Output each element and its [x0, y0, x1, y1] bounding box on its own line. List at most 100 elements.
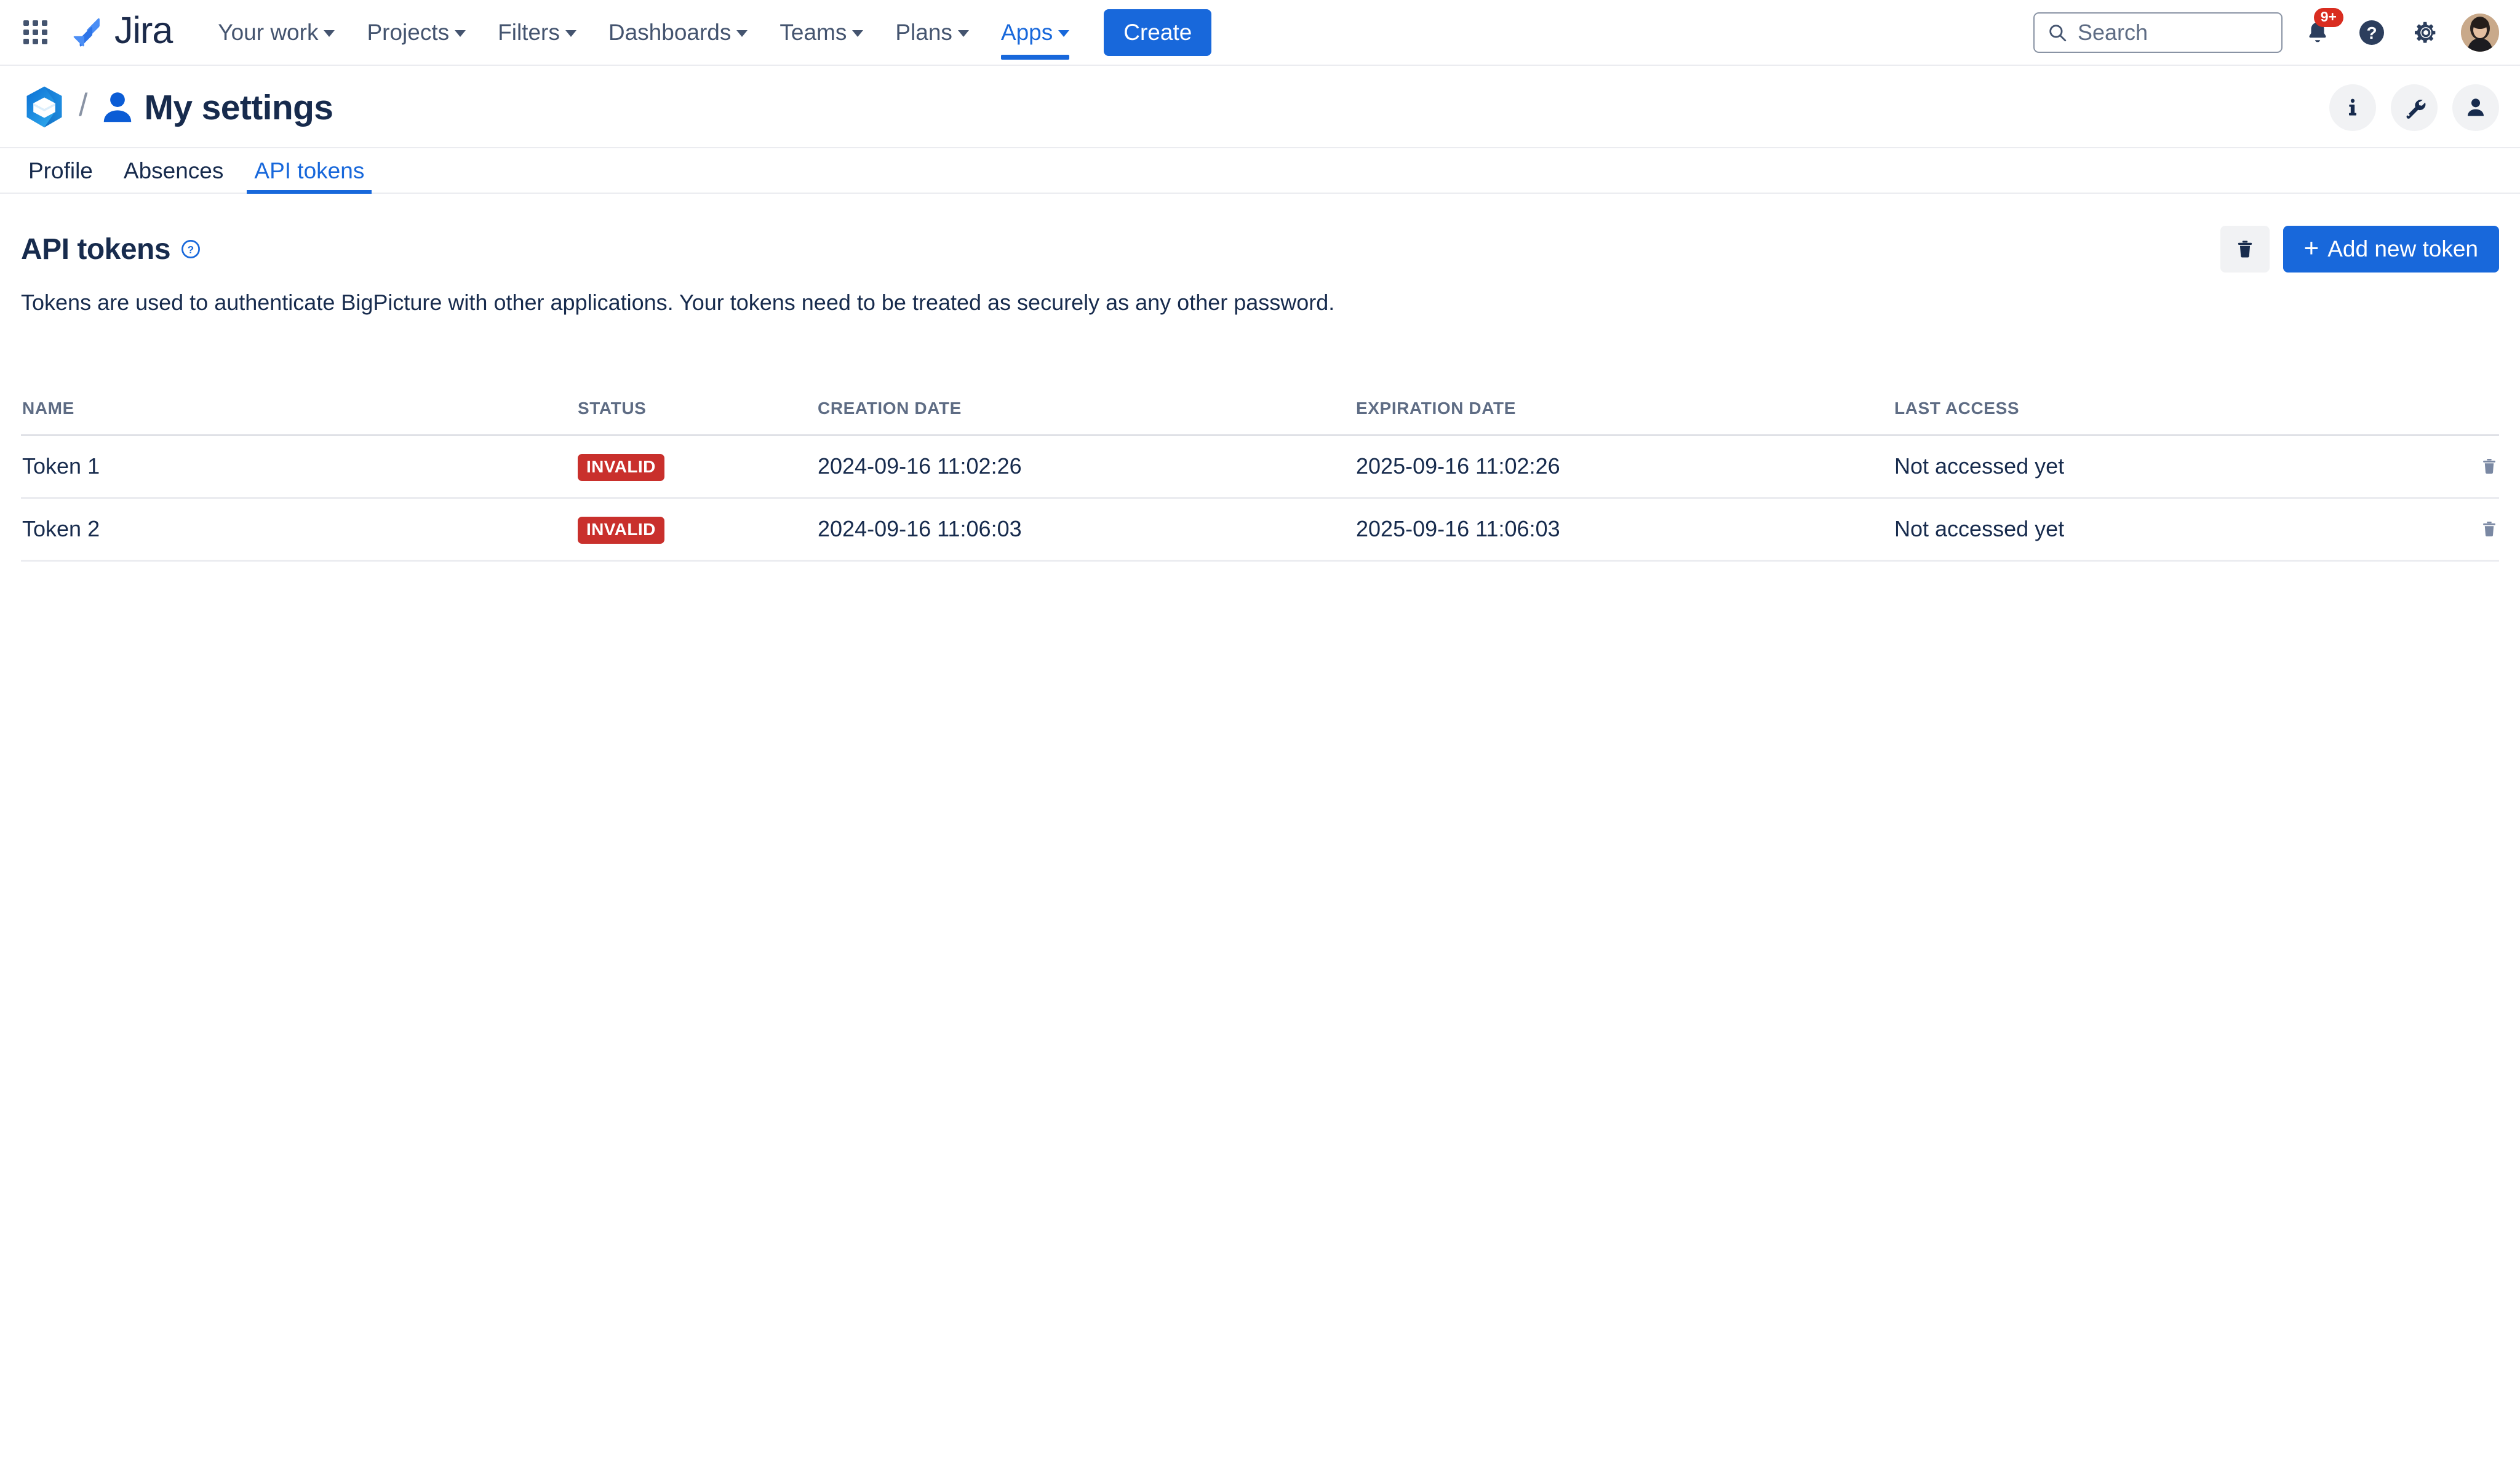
- table-row[interactable]: Token 2 INVALID 2024-09-16 11:06:03 2025…: [21, 498, 2499, 562]
- delete-selected-button[interactable]: [2220, 226, 2270, 273]
- status-badge: INVALID: [578, 453, 664, 481]
- nav-label: Your work: [218, 19, 319, 45]
- svg-text:?: ?: [188, 244, 194, 256]
- bigpicture-logo-icon: [26, 86, 62, 128]
- nav-item-filters[interactable]: Filters: [482, 0, 592, 65]
- page-header: / My settings: [0, 66, 2520, 133]
- header-actions: [2329, 84, 2499, 131]
- question-circle-icon: ?: [2359, 20, 2384, 45]
- grid-apps-icon: [23, 20, 47, 44]
- column-header-creation-date: CREATION DATE: [818, 398, 1356, 436]
- table-header-row: NAME STATUS CREATION DATE EXPIRATION DAT…: [21, 398, 2499, 436]
- cell-creation-date: 2024-09-16 11:02:26: [818, 435, 1356, 499]
- info-button[interactable]: [2329, 84, 2376, 131]
- nav-label: Teams: [780, 19, 847, 45]
- chevron-down-icon: [565, 30, 576, 37]
- tab-api-tokens[interactable]: API tokens: [247, 158, 372, 194]
- main-content: API tokens ? + Add new token Tokens are …: [0, 226, 2520, 562]
- nav-label: Filters: [498, 19, 560, 45]
- question-circle-icon[interactable]: ?: [180, 239, 201, 260]
- add-new-token-label: Add new token: [2327, 236, 2478, 261]
- breadcrumb-separator: /: [79, 87, 88, 123]
- cell-creation-date: 2024-09-16 11:06:03: [818, 498, 1356, 562]
- chevron-down-icon: [455, 30, 466, 37]
- account-button[interactable]: [2452, 84, 2499, 131]
- settings-tabs: Profile Absences API tokens: [0, 147, 2520, 194]
- jira-home-link[interactable]: Jira: [68, 9, 173, 53]
- nav-label: Projects: [367, 19, 450, 45]
- section-header: API tokens ? + Add new token: [21, 226, 2499, 273]
- jira-top-navigation: Jira Your work Projects Filters Dashboar…: [0, 0, 2520, 66]
- table-body: Token 1 INVALID 2024-09-16 11:02:26 2025…: [21, 435, 2499, 562]
- nav-label: Plans: [895, 19, 952, 45]
- chevron-down-icon: [852, 30, 864, 37]
- notification-badge: 9+: [2313, 7, 2343, 27]
- jira-wordmark: Jira: [114, 9, 173, 51]
- app-switcher-button[interactable]: [16, 14, 54, 52]
- nav-item-projects[interactable]: Projects: [351, 0, 482, 65]
- nav-item-your-work[interactable]: Your work: [202, 0, 351, 65]
- section-title: API tokens: [21, 233, 171, 266]
- cell-token-status: INVALID: [578, 435, 818, 499]
- person-icon: [2468, 98, 2484, 116]
- column-header-expiration-date: EXPIRATION DATE: [1356, 398, 1894, 436]
- nav-item-teams[interactable]: Teams: [764, 0, 879, 65]
- chevron-down-icon: [957, 30, 969, 37]
- search-input[interactable]: [2078, 19, 2269, 46]
- search-icon: [2049, 24, 2067, 41]
- notifications-button[interactable]: 9+: [2299, 7, 2343, 52]
- cell-last-access: Not accessed yet: [1894, 498, 2419, 562]
- search-box[interactable]: [2033, 12, 2283, 53]
- nav-item-dashboards[interactable]: Dashboards: [592, 0, 764, 65]
- section-actions: + Add new token: [2220, 226, 2499, 273]
- add-new-token-button[interactable]: + Add new token: [2283, 226, 2499, 273]
- gear-icon: [2414, 22, 2436, 43]
- nav-item-plans[interactable]: Plans: [879, 0, 985, 65]
- avatar-image: [2461, 13, 2499, 52]
- chevron-down-icon: [1058, 30, 1070, 37]
- status-badge: INVALID: [578, 516, 664, 544]
- section-description: Tokens are used to authenticate BigPictu…: [21, 290, 1335, 315]
- settings-button[interactable]: [2407, 14, 2445, 52]
- trash-icon: [2238, 241, 2252, 258]
- api-tokens-table: NAME STATUS CREATION DATE EXPIRATION DAT…: [21, 398, 2499, 562]
- table-row[interactable]: Token 1 INVALID 2024-09-16 11:02:26 2025…: [21, 435, 2499, 499]
- wrench-icon: [2406, 100, 2426, 119]
- nav-item-apps[interactable]: Apps: [985, 0, 1085, 65]
- chevron-down-icon: [736, 30, 748, 37]
- trash-icon: [2483, 459, 2495, 474]
- svg-text:?: ?: [2366, 23, 2377, 42]
- table-header: NAME STATUS CREATION DATE EXPIRATION DAT…: [21, 398, 2499, 436]
- person-icon: [104, 92, 132, 122]
- delete-token-button[interactable]: [2419, 456, 2499, 476]
- column-header-status: STATUS: [578, 398, 818, 436]
- delete-token-button[interactable]: [2419, 519, 2499, 539]
- cell-expiration-date: 2025-09-16 11:02:26: [1356, 435, 1894, 499]
- help-button[interactable]: ?: [2353, 14, 2391, 52]
- tab-absences[interactable]: Absences: [116, 158, 231, 194]
- cell-row-actions: [2419, 435, 2499, 499]
- info-icon: [2349, 98, 2356, 116]
- nav-right-cluster: 9+ ?: [2033, 7, 2499, 53]
- chevron-down-icon: [324, 30, 335, 37]
- jira-logo-icon: [73, 18, 100, 47]
- cell-row-actions: [2419, 498, 2499, 562]
- user-avatar[interactable]: [2461, 13, 2499, 52]
- page-title: My settings: [144, 88, 333, 127]
- column-header-name: NAME: [21, 398, 578, 436]
- cell-token-name: Token 2: [21, 498, 578, 562]
- plus-icon: +: [2303, 233, 2319, 262]
- tools-button[interactable]: [2391, 84, 2438, 131]
- trash-icon: [2483, 522, 2495, 537]
- cell-last-access: Not accessed yet: [1894, 435, 2419, 499]
- primary-nav-items: Your work Projects Filters Dashboards Te…: [202, 0, 1085, 65]
- cell-token-name: Token 1: [21, 435, 578, 499]
- column-header-last-access: LAST ACCESS: [1894, 398, 2419, 436]
- create-button[interactable]: Create: [1104, 9, 1212, 56]
- cell-token-status: INVALID: [578, 498, 818, 562]
- tab-profile[interactable]: Profile: [21, 158, 100, 194]
- cell-expiration-date: 2025-09-16 11:06:03: [1356, 498, 1894, 562]
- nav-label: Dashboards: [608, 19, 732, 45]
- nav-label: Apps: [1000, 19, 1053, 45]
- column-header-actions: [2419, 398, 2499, 436]
